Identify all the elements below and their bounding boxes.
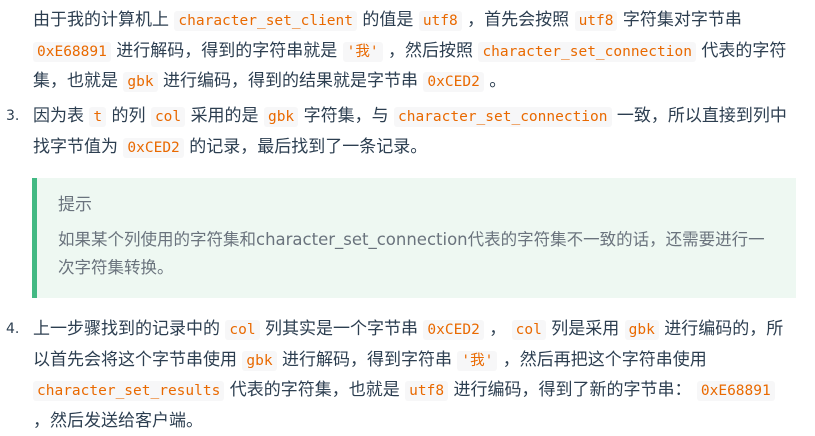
text: ，首先会按照 — [467, 10, 570, 30]
inline-code: 0xCED2 — [423, 320, 484, 340]
inline-code: col — [511, 320, 546, 340]
text: 字符集，与 — [303, 106, 389, 126]
list-item-4-text: 上一步骤找到的记录中的 col 列其实是一个字节串 0xCED2 ， col 列… — [33, 315, 797, 436]
list-item-2-text: 由于我的计算机上 character_set_client 的值是 utf8 ，… — [33, 6, 797, 98]
text: 进行编码，得到了新的字节串： — [453, 380, 692, 400]
tip-title: 提示 — [58, 195, 92, 215]
text: 代表的字符集，也就是 — [229, 380, 400, 400]
list-marker-4: 4. — [6, 321, 20, 337]
text: ，然后再把这个字符串使用 — [502, 349, 707, 370]
inline-code: utf8 — [574, 11, 618, 31]
inline-code: '我' — [457, 350, 498, 371]
list-item-3-text: 因为表 t 的列 col 采用的是 gbk 字符集，与 character_se… — [33, 102, 797, 163]
text: 进行解码，得到的字符串就是 — [116, 40, 338, 61]
tip-body: 如果某个列使用的字符集和character_set_connection代表的字… — [58, 230, 765, 277]
inline-code: 0xCED2 — [123, 137, 184, 158]
inline-code: utf8 — [418, 11, 462, 31]
inline-code: gbk — [624, 320, 659, 340]
inline-code: character_set_client — [174, 11, 358, 31]
text: 的记录，最后找到了一条记录。 — [189, 136, 428, 157]
inline-code: gbk — [242, 350, 277, 371]
text: 列是采用 — [551, 319, 620, 339]
tip-callout: 提示 如果某个列使用的字符集和character_set_connection代… — [32, 178, 796, 298]
text: 字符集对字节串 — [622, 10, 742, 30]
text: ，然后按照 — [388, 40, 474, 61]
text: 上一步骤找到的记录中的 — [33, 319, 220, 339]
text: ，然后发送给客户端。 — [33, 410, 203, 431]
inline-code: '我' — [342, 41, 383, 62]
text: 采用的是 — [190, 106, 259, 126]
inline-code: gbk — [263, 107, 299, 127]
inline-code: character_set_results — [33, 381, 225, 401]
inline-code: gbk — [123, 72, 158, 92]
text: 由于我的计算机上 — [33, 10, 169, 30]
inline-code: character_set_connection — [478, 41, 696, 62]
text: 列其实是一个字节串 — [265, 319, 419, 339]
inline-code: col — [150, 107, 186, 127]
list-marker-3: 3. — [6, 108, 20, 124]
text: 的列 — [111, 106, 146, 126]
text: 因为表 — [33, 106, 84, 126]
inline-code: 0xE68891 — [33, 41, 111, 62]
inline-code: col — [225, 320, 260, 340]
text: 。 — [489, 71, 507, 91]
inline-code: character_set_connection — [393, 107, 612, 127]
inline-code: 0xE68891 — [696, 381, 775, 401]
inline-code: t — [89, 107, 107, 127]
inline-code: 0xCED2 — [423, 72, 484, 92]
inline-code: utf8 — [405, 381, 449, 401]
text: 进行编码，得到的结果就是字节串 — [163, 71, 419, 91]
text: 的值是 — [362, 10, 414, 30]
text: ， — [489, 319, 507, 339]
text: 进行解码，得到字符串 — [282, 349, 453, 370]
